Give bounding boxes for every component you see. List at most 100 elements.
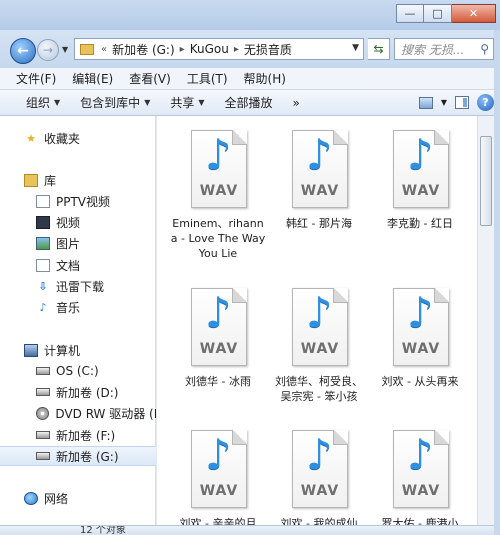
file-item[interactable]: ♪ WAV Eminem、rihanna - Love The Way You L… <box>169 130 267 261</box>
file-item[interactable]: ♪ WAV 刘欢 - 亲亲的月 <box>169 430 267 531</box>
wav-file-icon: ♪ WAV <box>288 430 350 510</box>
view-options-icon[interactable] <box>418 96 433 109</box>
title-bar: — □ ✕ <box>0 0 500 30</box>
nav-computer-label: 计算机 <box>44 343 81 358</box>
nav-network[interactable]: 网络 <box>0 488 156 508</box>
menu-bar: 文件(F) 编辑(E) 查看(V) 工具(T) 帮助(H) <box>0 68 500 90</box>
scrollbar-thumb[interactable] <box>480 136 492 226</box>
nav-drive-g[interactable]: 新加卷 (G:) <box>0 446 156 466</box>
computer-icon <box>24 343 38 357</box>
breadcrumb-lossless[interactable]: 无损音质 <box>241 41 295 58</box>
wav-file-icon: ♪ WAV <box>389 430 451 510</box>
star-icon: ★ <box>26 131 36 145</box>
file-item[interactable]: ♪ WAV 李克勤 - 红日 <box>371 130 469 231</box>
nav-xunlei-label: 迅雷下载 <box>56 279 105 294</box>
drive-icon <box>36 452 50 460</box>
drive-icon <box>36 388 50 396</box>
nav-library-label: 库 <box>44 173 57 188</box>
wav-file-icon: ♪ WAV <box>187 288 249 368</box>
maximize-button[interactable]: □ <box>424 4 452 23</box>
nav-drive-g-label: 新加卷 (G:) <box>56 449 119 464</box>
file-item[interactable]: ♪ WAV 刘德华 - 冰雨 <box>169 288 267 389</box>
arrow-right-icon: → <box>42 43 54 57</box>
back-button[interactable]: ← <box>10 38 36 64</box>
nav-network-label: 网络 <box>44 491 69 506</box>
address-bar[interactable]: « 新加卷 (G:) ▸ KuGou ▸ 无损音质 ▼ <box>74 38 364 60</box>
nav-xunlei[interactable]: ⇩ 迅雷下载 <box>0 276 156 296</box>
pictures-icon <box>36 236 50 250</box>
include-in-library-button[interactable]: 包含到库中 ▼ <box>70 94 160 111</box>
item-count: 12 个对象 <box>80 525 126 535</box>
help-button[interactable]: ? <box>477 94 494 111</box>
drive-icon <box>36 367 50 375</box>
refresh-icon: ⇆ <box>373 42 384 56</box>
menu-help[interactable]: 帮助(H) <box>236 70 294 87</box>
chevron-down-icon: ▼ <box>144 98 151 107</box>
arrow-left-icon: ← <box>17 43 29 59</box>
menu-file[interactable]: 文件(F) <box>8 70 64 87</box>
search-placeholder: 搜索 无损... <box>401 42 465 57</box>
menu-tools[interactable]: 工具(T) <box>179 70 236 87</box>
chevron-down-icon[interactable]: ▼ <box>441 98 447 107</box>
share-button[interactable]: 共享 ▼ <box>160 94 214 111</box>
organize-button[interactable]: 组织 ▼ <box>16 94 70 111</box>
file-item[interactable]: ♪ WAV 罗大佑 - 鹿港小 <box>371 430 469 531</box>
more-commands-button[interactable]: » <box>283 96 310 110</box>
breadcrumb-kugou[interactable]: KuGou <box>187 42 232 56</box>
nav-favorites[interactable]: ★ 收藏夹 <box>0 128 156 148</box>
file-name: 刘德华 - 冰雨 <box>185 375 251 388</box>
nav-pictures-label: 图片 <box>56 236 81 251</box>
minimize-button[interactable]: — <box>396 4 424 23</box>
nav-drive-f[interactable]: 新加卷 (F:) <box>0 425 156 445</box>
vertical-scrollbar[interactable] <box>477 116 494 535</box>
wav-file-icon: ♪ WAV <box>389 288 451 368</box>
file-item[interactable]: ♪ WAV 韩红 - 那片海 <box>270 130 368 231</box>
address-overflow[interactable]: « <box>99 44 109 55</box>
library-icon <box>24 173 38 187</box>
document-icon <box>36 258 50 272</box>
search-icon[interactable]: ⚲ <box>480 42 489 56</box>
nav-pptv[interactable]: PPTV视频 <box>0 191 156 211</box>
close-button[interactable]: ✕ <box>452 4 496 23</box>
file-item[interactable]: ♪ WAV 刘德华、柯受良、吴宗宪 - 笨小孩 <box>270 288 368 404</box>
nav-music[interactable]: ♪ 音乐 <box>0 297 156 317</box>
nav-drive-d[interactable]: 新加卷 (D:) <box>0 382 156 402</box>
search-input[interactable]: 搜索 无损... ⚲ <box>394 38 494 60</box>
wav-file-icon: ♪ WAV <box>187 130 249 210</box>
nav-dvd[interactable]: DVD RW 驱动器 (E <box>0 403 156 423</box>
file-name: 刘欢 - 从头再来 <box>381 375 459 388</box>
nav-library[interactable]: 库 <box>0 170 156 190</box>
play-all-button[interactable]: 全部播放 <box>215 94 283 111</box>
nav-pptv-label: PPTV视频 <box>56 194 111 209</box>
file-item[interactable]: ♪ WAV 刘欢 - 从头再来 <box>371 288 469 389</box>
wav-file-icon: ♪ WAV <box>187 430 249 510</box>
forward-button[interactable]: → <box>37 39 59 61</box>
nav-drive-f-label: 新加卷 (F:) <box>56 428 116 443</box>
nav-drive-c[interactable]: OS (C:) <box>0 361 156 381</box>
file-item[interactable]: ♪ WAV 刘欢 - 我的成仙 <box>270 430 368 531</box>
nav-video[interactable]: 视频 <box>0 212 156 232</box>
chevron-down-icon[interactable]: ▼ <box>352 43 359 53</box>
chevron-down-icon: ▼ <box>54 98 61 107</box>
chevron-right-icon[interactable]: ▸ <box>178 44 187 55</box>
window-edge <box>494 30 500 535</box>
chevron-right-icon[interactable]: ▸ <box>232 44 241 55</box>
nav-computer[interactable]: 计算机 <box>0 340 156 360</box>
nav-documents-label: 文档 <box>56 258 81 273</box>
menu-view[interactable]: 查看(V) <box>121 70 179 87</box>
file-name: Eminem、rihanna - Love The Way You Lie <box>170 217 266 260</box>
download-icon: ⇩ <box>38 279 48 293</box>
menu-edit[interactable]: 编辑(E) <box>64 70 121 87</box>
network-icon <box>24 491 38 505</box>
breadcrumb-drive-g[interactable]: 新加卷 (G:) <box>109 41 178 58</box>
nav-documents[interactable]: 文档 <box>0 255 156 275</box>
drive-icon <box>36 431 50 439</box>
recent-pages-dropdown[interactable]: ▼ <box>62 45 68 54</box>
pptv-folder-icon <box>36 194 50 208</box>
status-bar: 12 个对象 <box>0 525 494 535</box>
preview-pane-icon[interactable] <box>455 96 469 109</box>
refresh-button[interactable]: ⇆ <box>368 38 390 60</box>
nav-pictures[interactable]: 图片 <box>0 233 156 253</box>
file-name: 李克勤 - 红日 <box>387 217 453 230</box>
wav-file-icon: ♪ WAV <box>288 288 350 368</box>
